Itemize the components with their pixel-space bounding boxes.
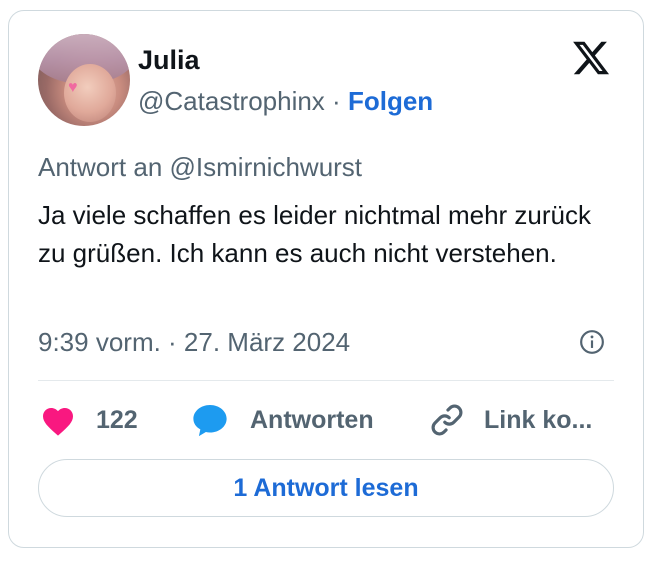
tweet-text: Ja viele schaffen es leider nichtmal meh… [38,200,591,268]
avatar-heart-sticker: ♥ [68,79,78,96]
copy-link-label: Link ko... [484,405,593,434]
avatar[interactable]: ♥ [38,34,130,126]
info-icon[interactable] [579,329,605,355]
author-name[interactable]: Julia [138,44,200,76]
copy-link-button[interactable]: Link ko... [428,400,592,440]
link-icon [431,404,463,436]
speech-bubble-icon [193,404,227,437]
tweet-timestamp[interactable]: 9:39 vorm. · 27. März 2024 [38,325,350,359]
reply-to-label[interactable]: Antwort an @Ismirnichwurst [38,150,362,184]
like-button[interactable]: 122 [40,400,138,440]
read-replies-label: 1 Antwort lesen [233,473,419,502]
read-replies-button[interactable]: 1 Antwort lesen [38,459,614,517]
follow-link[interactable]: Folgen [348,86,433,116]
handle-separator: · [332,86,341,116]
like-count: 122 [96,405,138,434]
author-handle-row: @Catastrophinx · Folgen [138,85,433,117]
heart-icon [43,408,73,436]
author-handle[interactable]: @Catastrophinx [138,86,325,116]
reply-button[interactable]: Antworten [190,400,374,440]
divider [38,380,614,381]
x-logo-icon[interactable] [570,38,612,78]
reply-label: Antworten [250,405,374,434]
